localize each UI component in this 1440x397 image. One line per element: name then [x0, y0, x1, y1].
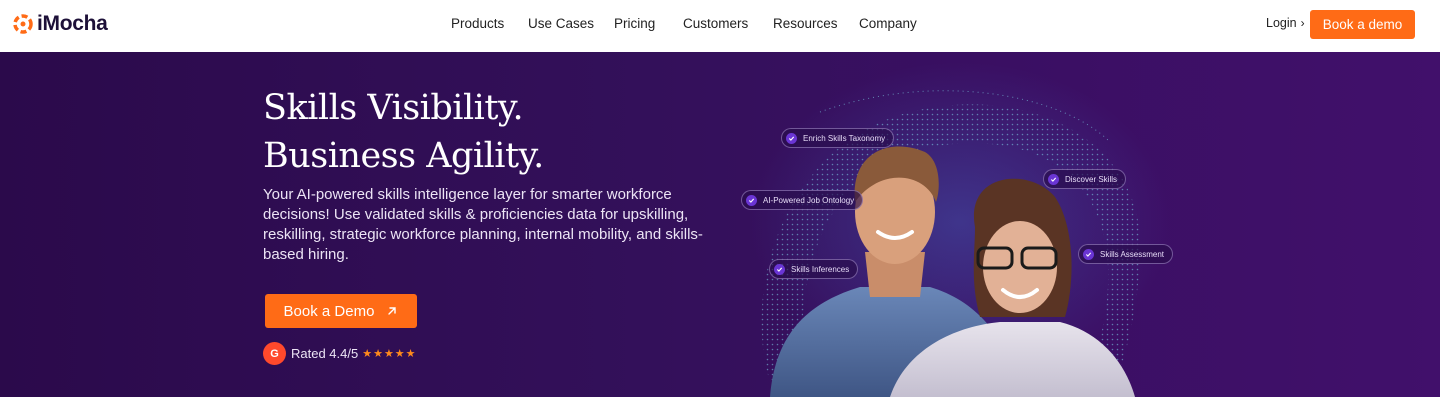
hero-cta-label: Book a Demo	[283, 302, 375, 320]
chip-label: Skills Assessment	[1100, 249, 1165, 259]
particle-swirl-graphic	[750, 62, 1170, 397]
login-label: Login	[1266, 16, 1297, 30]
chip-label: Enrich Skills Taxonomy	[803, 133, 886, 143]
login-link[interactable]: Login ›	[1266, 16, 1305, 30]
nav-item-resources[interactable]: Resources	[773, 16, 838, 31]
headline-line-2: Business Agility.	[263, 136, 544, 176]
check-icon	[1083, 248, 1094, 260]
chip-skills-assessment: Skills Assessment	[1078, 244, 1174, 264]
imocha-logo-icon	[13, 14, 33, 34]
book-demo-hero-button[interactable]: Book a Demo	[265, 294, 417, 328]
hero-headline: Skills Visibility. Business Agility.	[263, 84, 544, 180]
chip-ai-powered-job-ontology: AI-Powered Job Ontology	[741, 190, 864, 210]
nav-item-company[interactable]: Company	[859, 16, 917, 31]
nav-item-use-cases[interactable]: Use Cases	[528, 16, 594, 31]
nav-item-customers[interactable]: Customers	[683, 16, 748, 31]
rating-text: Rated 4.4/5	[291, 346, 359, 361]
top-navbar: iMocha Products Use Cases Pricing Custom…	[0, 0, 1440, 52]
chevron-right-icon: ›	[1300, 16, 1305, 30]
g2-badge-icon: G	[263, 342, 286, 365]
hero-subtext: Your AI-powered skills intelligence laye…	[263, 186, 703, 263]
chip-label: Skills Inferences	[791, 264, 850, 274]
nav-item-products[interactable]: Products	[451, 16, 504, 31]
nav-item-pricing[interactable]: Pricing	[614, 16, 655, 31]
check-icon	[746, 194, 757, 206]
chip-skills-inferences: Skills Inferences	[769, 259, 859, 279]
g2-rating: G Rated 4.4/5 ★★★★★	[263, 342, 417, 365]
arrow-up-right-icon	[388, 307, 397, 315]
hero-visual: Enrich Skills Taxonomy Discover Skills A…	[730, 52, 1190, 397]
rating-stars: ★★★★★	[362, 348, 417, 360]
chip-discover-skills: Discover Skills	[1043, 169, 1127, 189]
hero-section: Skills Visibility. Business Agility. You…	[0, 52, 1440, 397]
chip-label: Discover Skills	[1065, 174, 1118, 184]
check-icon	[774, 263, 785, 275]
headline-line-1: Skills Visibility.	[263, 88, 524, 128]
chip-label: AI-Powered Job Ontology	[763, 195, 855, 205]
check-icon	[786, 132, 797, 144]
brand-name: iMocha	[37, 12, 108, 35]
check-icon	[1048, 173, 1059, 185]
brand-logo[interactable]: iMocha	[12, 11, 108, 37]
book-demo-nav-button[interactable]: Book a demo	[1310, 10, 1415, 39]
chip-enrich-skills-taxonomy: Enrich Skills Taxonomy	[781, 128, 895, 148]
